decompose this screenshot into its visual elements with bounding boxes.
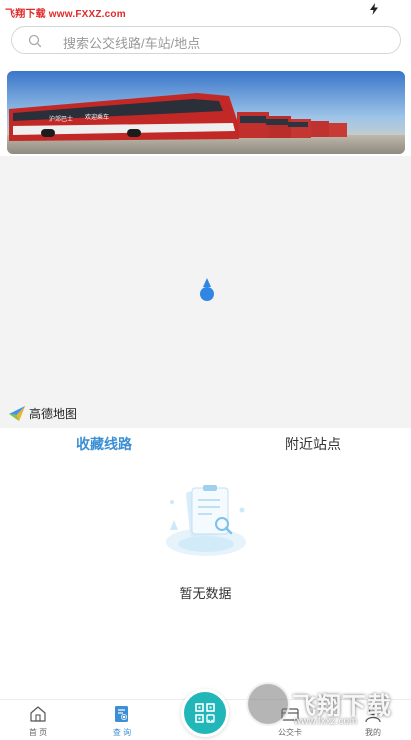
qr-scan-button[interactable] xyxy=(181,689,229,737)
watermark-text: 飞翔下载 www.FXXZ.com xyxy=(5,9,126,20)
tab-nearby-stops[interactable]: 附近站点 xyxy=(285,434,341,454)
query-icon xyxy=(115,706,128,722)
empty-state-text: 暂无数据 xyxy=(179,586,232,601)
location-marker-icon xyxy=(200,278,214,301)
tab-bar: 收藏线路 附近站点 xyxy=(0,428,411,458)
nav-home[interactable]: 首 页 xyxy=(13,705,63,738)
search-placeholder: 搜索公交线路/车站/地点 xyxy=(63,36,201,51)
search-icon xyxy=(28,34,42,48)
watermark-url: www.fxxz.com xyxy=(294,716,358,727)
nav-query[interactable]: 查 询 xyxy=(97,705,147,738)
amap-logo: 高德地图 xyxy=(8,404,77,422)
nav-query-label: 查 询 xyxy=(112,728,132,737)
home-icon xyxy=(30,706,46,722)
bus-text-1: 沪郊巴士 xyxy=(49,115,73,123)
bus-text-2: 欢迎乘车 xyxy=(85,113,109,121)
nav-home-label: 首 页 xyxy=(28,728,48,737)
bolt-icon xyxy=(370,3,378,15)
tab-favorite-routes[interactable]: 收藏线路 xyxy=(76,434,132,454)
amap-logo-text: 高德地图 xyxy=(29,406,78,421)
empty-document-icon xyxy=(166,485,246,556)
bus-fleet-illustration: 沪郊巴士 欢迎乘车 xyxy=(7,71,405,154)
search-input[interactable]: 搜索公交线路/车站/地点 xyxy=(11,26,401,54)
watermark-circle-icon xyxy=(246,682,290,726)
banner-image[interactable]: 沪郊巴士 欢迎乘车 xyxy=(7,71,405,154)
watermark-logo: 飞翔下载 www.fxxz.com xyxy=(246,682,406,738)
amap-logo-icon xyxy=(9,406,25,421)
qr-scan-icon xyxy=(195,703,215,723)
status-bar: 飞翔下载 www.FXXZ.com xyxy=(0,0,411,22)
